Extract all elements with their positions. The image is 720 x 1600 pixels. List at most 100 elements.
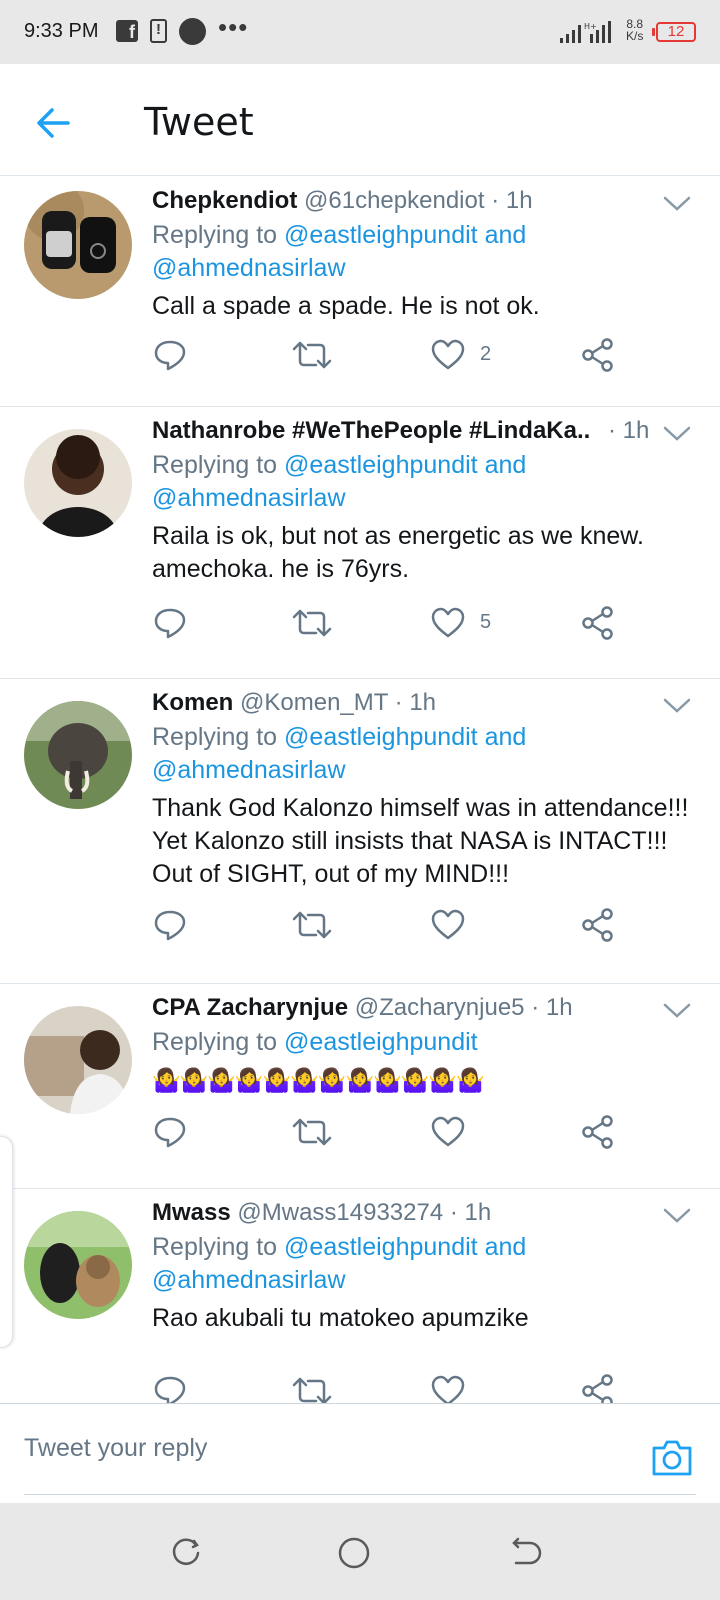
reply-button[interactable] bbox=[152, 907, 188, 947]
nav-back-button[interactable] bbox=[508, 1535, 544, 1571]
tweet-body: Komen @Komen_MT · 1h Replying to @eastle… bbox=[152, 687, 692, 891]
share-icon bbox=[582, 338, 613, 372]
arrow-left-icon bbox=[37, 108, 70, 138]
like-count: 2 bbox=[480, 343, 492, 365]
tweet-time: · 1h bbox=[531, 994, 573, 1021]
tweet-item[interactable]: CPA Zacharynjue @Zacharynjue5 · 1h Reply… bbox=[0, 984, 720, 1189]
like-button[interactable] bbox=[430, 907, 466, 947]
page-title: Tweet bbox=[144, 100, 254, 144]
facebook-icon: f bbox=[116, 20, 138, 42]
mention-link[interactable]: @eastleighpundit bbox=[284, 451, 478, 479]
tweet-menu-button[interactable] bbox=[662, 695, 692, 715]
mention-and[interactable]: and bbox=[485, 221, 527, 249]
share-button[interactable] bbox=[580, 907, 616, 947]
reply-underline bbox=[24, 1494, 696, 1495]
tweet-menu-button[interactable] bbox=[662, 423, 692, 443]
user-handle[interactable]: @61chepkendiot bbox=[304, 187, 485, 214]
home-button[interactable] bbox=[336, 1535, 372, 1571]
mention-and[interactable]: and bbox=[485, 1233, 527, 1261]
battery-alert-icon bbox=[150, 19, 167, 43]
user-handle[interactable]: @Mwass14933274 bbox=[237, 1199, 443, 1226]
share-button[interactable] bbox=[580, 1373, 616, 1403]
tweet-menu-button[interactable] bbox=[662, 1205, 692, 1225]
avatar[interactable] bbox=[24, 191, 132, 299]
tweet-item[interactable]: Komen @Komen_MT · 1h Replying to @eastle… bbox=[0, 679, 720, 984]
retweet-button[interactable] bbox=[292, 1114, 332, 1154]
replying-to-label: Replying to bbox=[152, 1028, 278, 1056]
retweet-button[interactable] bbox=[292, 1373, 332, 1403]
tweet-item[interactable]: Mwass @Mwass14933274 · 1h Replying to @e… bbox=[0, 1189, 720, 1403]
retweet-icon bbox=[292, 609, 332, 637]
tweet-menu-button[interactable] bbox=[662, 193, 692, 213]
like-icon bbox=[431, 909, 465, 940]
reply-icon bbox=[154, 608, 186, 639]
retweet-button[interactable] bbox=[292, 907, 332, 947]
user-handle[interactable]: @Zacharynjue5 bbox=[355, 994, 525, 1021]
mention-link[interactable]: @ahmednasirlaw bbox=[152, 1266, 346, 1294]
mention-link[interactable]: @ahmednasirlaw bbox=[152, 254, 346, 282]
tweet-body: Chepkendiot @61chepkendiot · 1h Replying… bbox=[152, 185, 692, 323]
share-button[interactable] bbox=[580, 605, 616, 645]
tweet-header: CPA Zacharynjue @Zacharynjue5 · 1h bbox=[152, 992, 692, 1024]
reply-button[interactable] bbox=[152, 605, 188, 645]
avatar-car-keys-image bbox=[24, 191, 132, 299]
reply-icon bbox=[154, 340, 186, 371]
like-button[interactable]: 2 bbox=[430, 337, 491, 377]
tweet-menu-button[interactable] bbox=[662, 1000, 692, 1020]
tweet-header: Mwass @Mwass14933274 · 1h bbox=[152, 1197, 692, 1229]
retweet-icon bbox=[292, 911, 332, 939]
user-name[interactable]: Nathanrobe #WeThePeople #LindaKa... bbox=[152, 417, 592, 444]
reply-button[interactable] bbox=[152, 1373, 188, 1403]
avatar[interactable] bbox=[24, 1211, 132, 1319]
mention-link[interactable]: @ahmednasirlaw bbox=[152, 756, 346, 784]
user-handle[interactable]: @Komen_MT bbox=[240, 689, 388, 716]
reply-button[interactable] bbox=[152, 1114, 188, 1154]
recent-apps-button[interactable] bbox=[168, 1535, 204, 1571]
tweet-body: Mwass @Mwass14933274 · 1h Replying to @e… bbox=[152, 1197, 692, 1335]
user-name[interactable]: CPA Zacharynjue bbox=[152, 994, 348, 1021]
battery-indicator: 12 bbox=[652, 22, 696, 42]
like-button[interactable]: 5 bbox=[430, 605, 491, 645]
avatar[interactable] bbox=[24, 429, 132, 537]
like-icon bbox=[431, 607, 465, 638]
share-button[interactable] bbox=[580, 337, 616, 377]
mention-link[interactable]: @eastleighpundit bbox=[284, 1233, 478, 1261]
reply-input[interactable] bbox=[24, 1418, 624, 1478]
mention-link[interactable]: @ahmednasirlaw bbox=[152, 484, 346, 512]
tweet-text-line: Call a spade a spade. He is not ok. bbox=[152, 292, 540, 320]
tweet-text-line: amechoka. he is 76yrs. bbox=[152, 555, 410, 583]
back-button[interactable] bbox=[30, 98, 80, 148]
reply-composer bbox=[0, 1403, 720, 1503]
chevron-down-icon bbox=[663, 196, 691, 211]
mention-and[interactable]: and bbox=[485, 723, 527, 751]
mention-link[interactable]: @eastleighpundit bbox=[284, 1028, 478, 1056]
tweet-item[interactable]: Chepkendiot @61chepkendiot · 1h Replying… bbox=[0, 177, 720, 407]
like-button[interactable] bbox=[430, 1114, 466, 1154]
tweet-text: Raila is ok, but not as energetic as we … bbox=[152, 520, 692, 586]
like-button[interactable] bbox=[430, 1373, 466, 1403]
avatar-elephant-image bbox=[24, 701, 132, 809]
avatar[interactable] bbox=[24, 701, 132, 809]
user-name[interactable]: Komen bbox=[152, 689, 233, 716]
camera-button[interactable] bbox=[650, 1438, 694, 1478]
floating-side-handle[interactable] bbox=[0, 1136, 13, 1348]
avatar[interactable] bbox=[24, 1006, 132, 1114]
chevron-down-icon bbox=[663, 1003, 691, 1018]
mention-and[interactable]: and bbox=[485, 451, 527, 479]
system-nav-bar bbox=[0, 1503, 720, 1600]
user-name[interactable]: Chepkendiot bbox=[152, 187, 297, 214]
mention-link[interactable]: @eastleighpundit bbox=[284, 221, 478, 249]
replying-to: Replying to @eastleighpundit and @ahmedn… bbox=[152, 219, 692, 285]
tweet-actions: 5 bbox=[0, 605, 720, 645]
tweet-text: 🤷‍♀️🤷‍♀️🤷‍♀️🤷‍♀️🤷‍♀️🤷‍♀️🤷‍♀️🤷‍♀️🤷‍♀️🤷‍♀️… bbox=[152, 1064, 692, 1097]
retweet-button[interactable] bbox=[292, 337, 332, 377]
share-button[interactable] bbox=[580, 1114, 616, 1154]
retweet-button[interactable] bbox=[292, 605, 332, 645]
retweet-icon bbox=[292, 1377, 332, 1403]
replying-to-label: Replying to bbox=[152, 451, 278, 479]
reply-button[interactable] bbox=[152, 337, 188, 377]
tweet-item[interactable]: Nathanrobe #WeThePeople #LindaKa... Repl… bbox=[0, 407, 720, 679]
home-icon bbox=[338, 1537, 370, 1569]
mention-link[interactable]: @eastleighpundit bbox=[284, 723, 478, 751]
user-name[interactable]: Mwass bbox=[152, 1199, 231, 1226]
